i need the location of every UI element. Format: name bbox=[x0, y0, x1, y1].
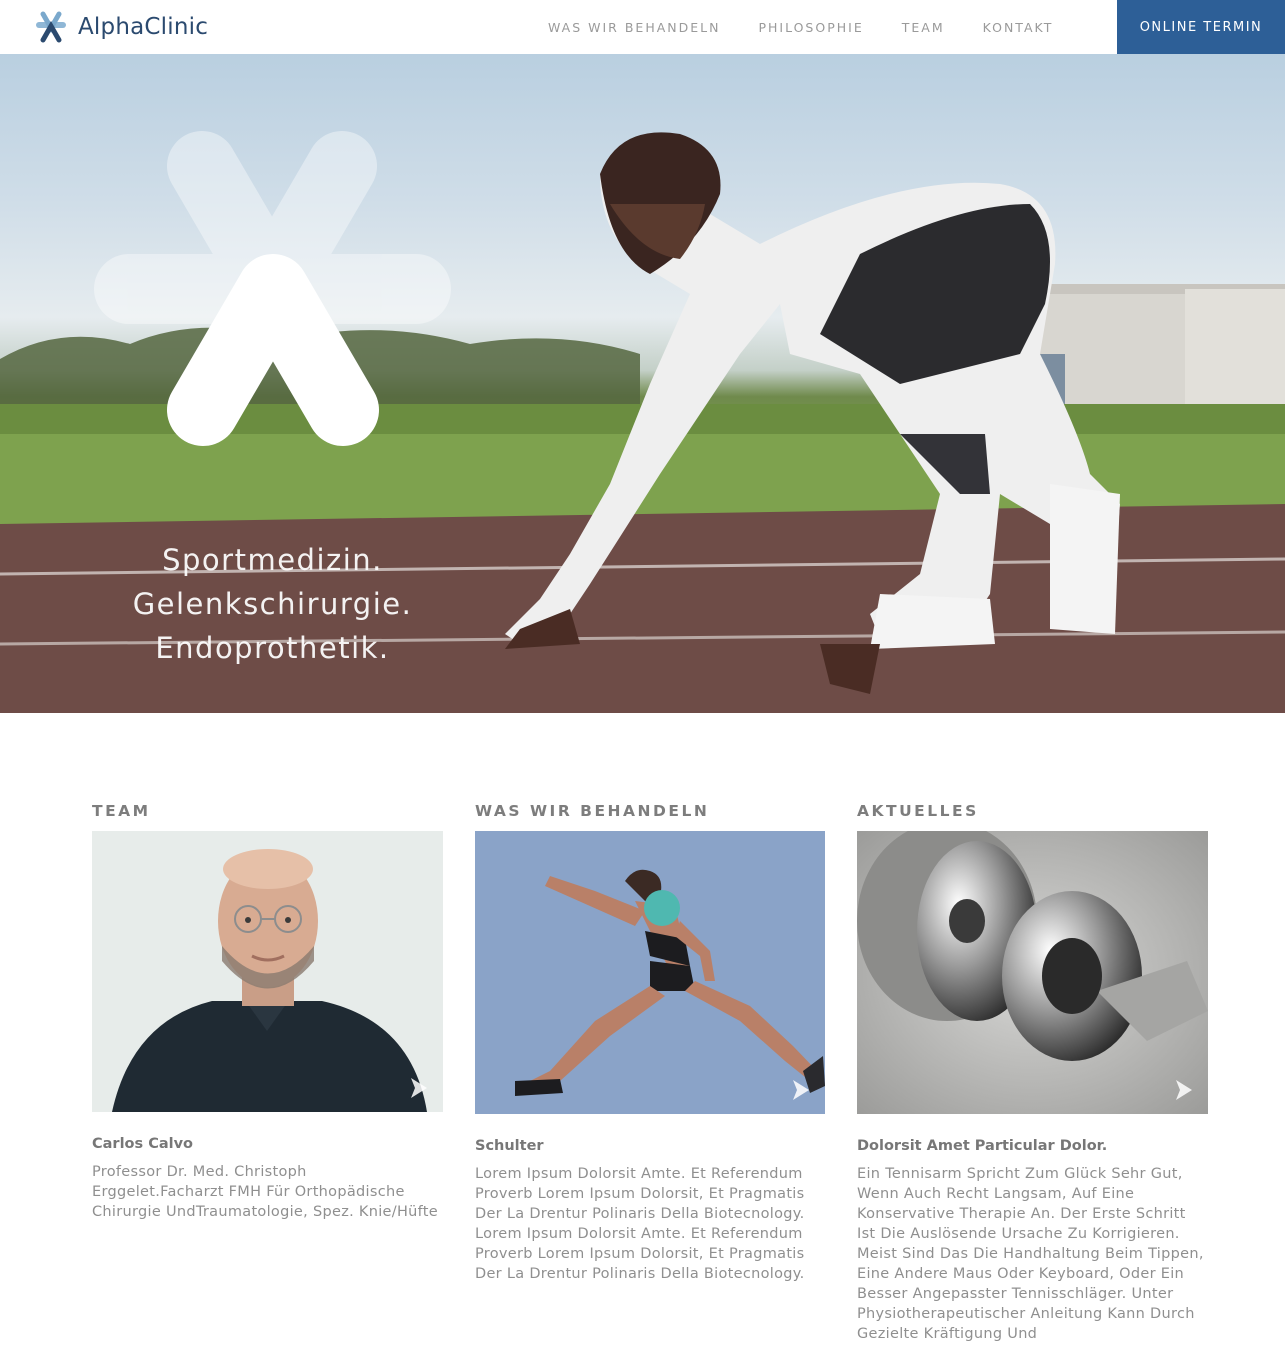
nav-item-philosophie[interactable]: PHILOSOPHIE bbox=[758, 20, 863, 35]
team-card-heading[interactable]: Carlos Calvo bbox=[92, 1136, 443, 1152]
chevron-right-icon[interactable] bbox=[1170, 1076, 1198, 1104]
doctor-portrait-photo bbox=[92, 831, 443, 1112]
brand-name: AlphaClinic bbox=[78, 14, 209, 40]
news-section: AKTUELLES Dolorsit Amet Particular Dolor… bbox=[857, 802, 1208, 1344]
hero-tagline: Sportmedizin. Gelenkschirurgie. Endoprot… bbox=[0, 538, 545, 670]
nav-item-kontakt[interactable]: KONTAKT bbox=[983, 20, 1054, 35]
treatment-card-body: Lorem Ipsum Dolorsit Amte. Et Referendum… bbox=[475, 1166, 805, 1282]
treatment-card-image[interactable] bbox=[475, 831, 825, 1114]
treatment-section: WAS WIR BEHANDELN Schulter Lorem Ipsum D… bbox=[475, 802, 826, 1284]
news-card-body: Ein Tennisarm Spricht Zum Glück Sehr Gut… bbox=[857, 1166, 1204, 1342]
main-nav: WAS WIR BEHANDELN PHILOSOPHIE TEAM KONTA… bbox=[548, 0, 1053, 54]
online-termin-button[interactable]: ONLINE TERMIN bbox=[1117, 0, 1285, 54]
news-card-heading[interactable]: Dolorsit Amet Particular Dolor. bbox=[857, 1138, 1208, 1154]
hero-line-endoprothetik: Endoprothetik. bbox=[155, 631, 390, 665]
highlight-dot-icon bbox=[644, 890, 680, 926]
hero-banner: Sportmedizin. Gelenkschirurgie. Endoprot… bbox=[0, 54, 1285, 713]
hero-line-gelenkschirurgie: Gelenkschirurgie. bbox=[132, 587, 413, 621]
treatment-card-heading[interactable]: Schulter bbox=[475, 1138, 826, 1154]
section-title-aktuelles: AKTUELLES bbox=[857, 802, 979, 820]
chevron-right-icon[interactable] bbox=[405, 1074, 433, 1102]
team-section: TEAM Carlos Calvo Professor Dr. Med. Chr… bbox=[92, 802, 443, 1222]
section-title-behandeln: WAS WIR BEHANDELN bbox=[475, 802, 710, 820]
team-card-body: Professor Dr. Med. Christoph Erggelet.Fa… bbox=[92, 1164, 439, 1220]
logo[interactable]: AlphaClinic bbox=[34, 10, 208, 44]
site-header: AlphaClinic WAS WIR BEHANDELN PHILOSOPHI… bbox=[0, 0, 1285, 54]
hero-line-sportmedizin: Sportmedizin. bbox=[162, 543, 383, 577]
alphaclinic-logo-icon bbox=[36, 11, 66, 43]
chevron-right-icon[interactable] bbox=[787, 1076, 815, 1104]
team-card-image[interactable] bbox=[92, 831, 443, 1112]
runner-photo bbox=[475, 831, 825, 1114]
news-card-image[interactable] bbox=[857, 831, 1208, 1114]
nav-item-behandeln[interactable]: WAS WIR BEHANDELN bbox=[548, 20, 720, 35]
implant-photo bbox=[857, 831, 1208, 1114]
section-title-team: TEAM bbox=[92, 802, 151, 820]
nav-item-team[interactable]: TEAM bbox=[902, 20, 945, 35]
